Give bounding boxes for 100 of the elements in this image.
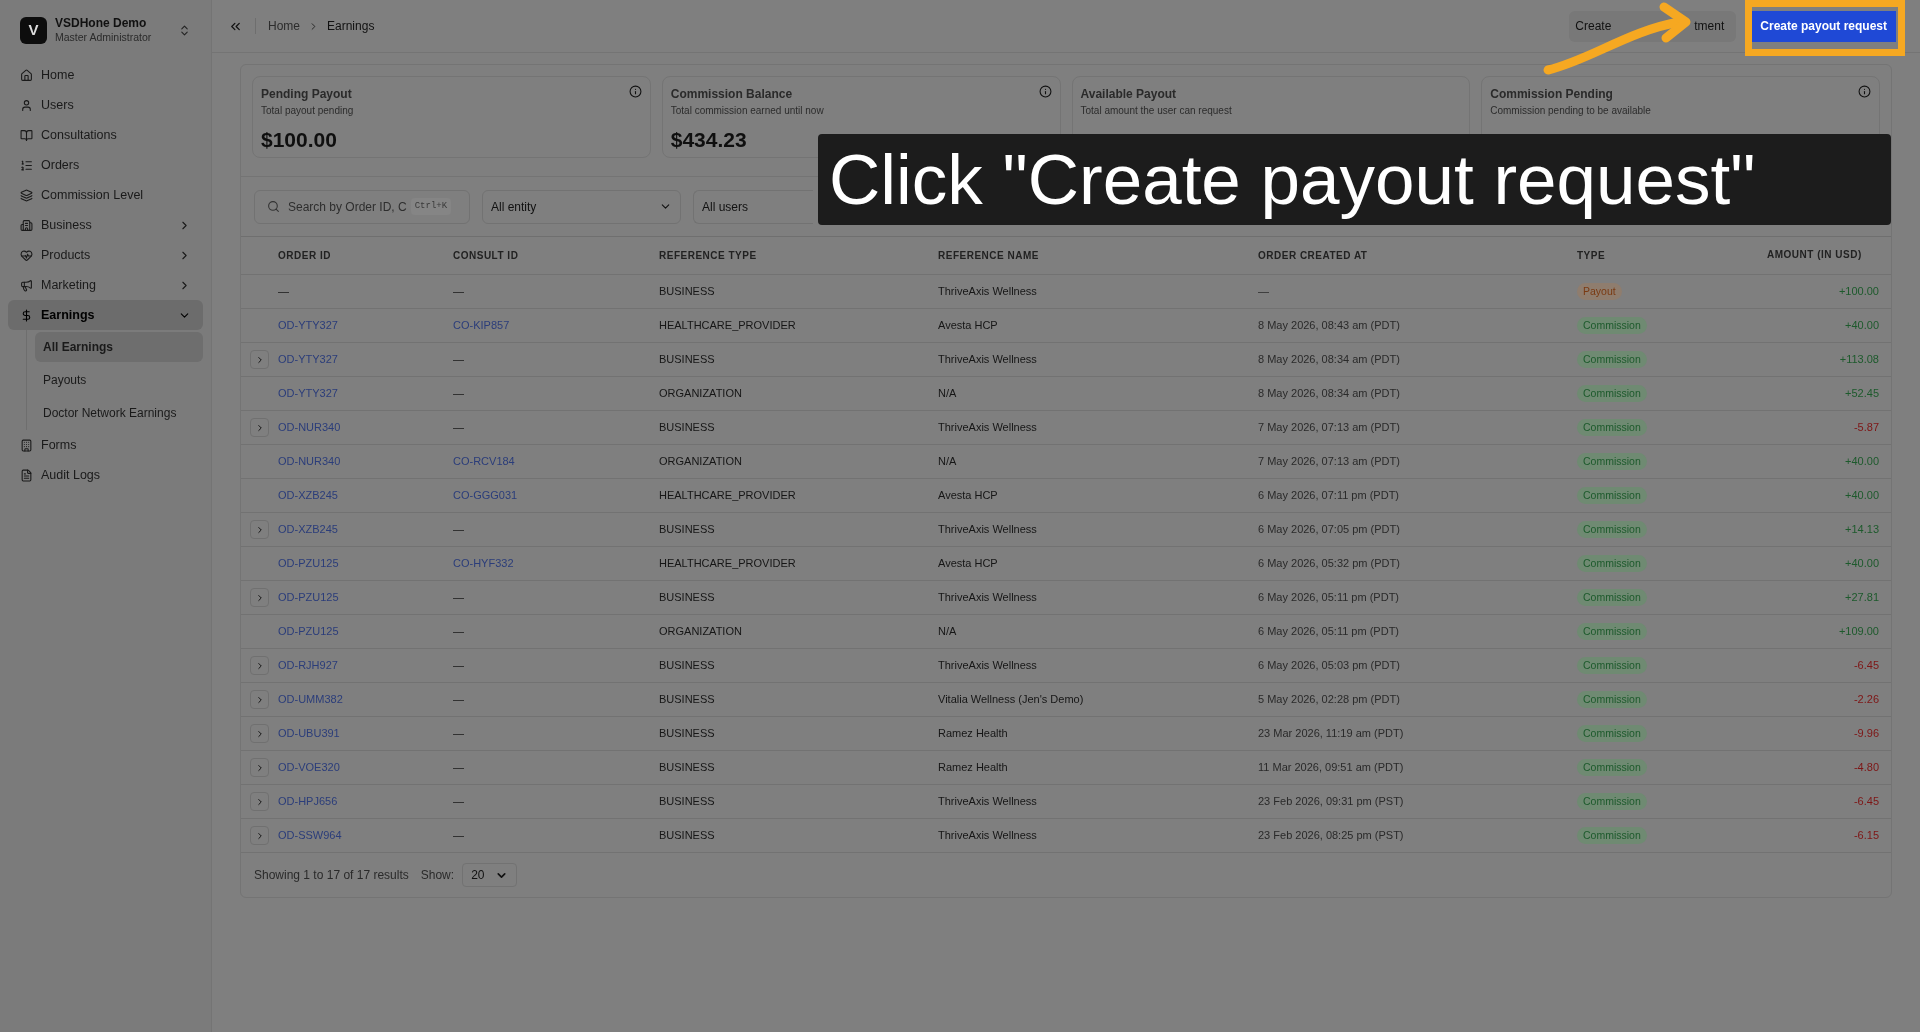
table-cell-text: ThriveAxis Wellness: [938, 828, 1037, 844]
amount-cell-text: +52.45: [1845, 386, 1880, 402]
sidebar-subitem[interactable]: Doctor Network Earnings: [35, 398, 203, 429]
users-select[interactable]: All users: [693, 189, 813, 224]
id-link[interactable]: OD-VOE320: [278, 759, 340, 776]
table-cell-text: 8 May 2026, 08:34 am (PDT): [1258, 386, 1400, 402]
id-link[interactable]: CO-RCV184: [453, 453, 515, 470]
expand-button[interactable]: [250, 418, 269, 437]
expand-button[interactable]: [250, 724, 269, 743]
amount-cell-text: +27.81: [1845, 590, 1880, 606]
table-cell-text: BUSINESS: [659, 726, 715, 742]
id-link[interactable]: OD-PZU125: [278, 623, 339, 640]
table-cell-text: 8 May 2026, 08:43 am (PDT): [1258, 318, 1400, 334]
table-cell-text: —: [453, 726, 464, 742]
create-payout-request-button[interactable]: Create payout request: [1751, 10, 1896, 42]
table-cell-text: BUSINESS: [659, 828, 715, 844]
table-cell-text: N/A: [938, 386, 957, 402]
building-icon: [20, 438, 33, 452]
sidebar-subitem[interactable]: All Earnings: [35, 332, 203, 363]
table-cell-text: ThriveAxis Wellness: [938, 352, 1037, 368]
expand-button[interactable]: [250, 350, 269, 369]
id-link[interactable]: OD-XZB245: [278, 521, 338, 538]
table-cell-text: —: [453, 624, 464, 640]
search-field[interactable]: Search by Order ID, C Ctrl+K: [254, 189, 470, 224]
sidebar-item[interactable]: Home: [8, 60, 203, 91]
id-link[interactable]: OD-XZB245: [278, 487, 338, 504]
sidebar-item[interactable]: Business: [8, 210, 203, 241]
type-badge: Commission: [1577, 486, 1647, 505]
amount-cell-text: +40.00: [1845, 318, 1880, 334]
card-subtitle: Total commission earned until now: [670, 104, 825, 118]
table-cell-text: 6 May 2026, 05:11 pm (PDT): [1258, 590, 1400, 606]
sidebar-item[interactable]: Products: [8, 240, 203, 271]
pagination-summary: Showing 1 to 17 of 17 results: [254, 867, 409, 884]
shortcut-key: Ctrl+K: [410, 197, 452, 216]
table-cell-text: Avesta HCP: [938, 318, 998, 334]
sidebar-item[interactable]: Audit Logs: [8, 460, 203, 491]
type-badge: Commission: [1577, 826, 1647, 845]
type-badge: Commission: [1577, 622, 1647, 641]
list-icon: [20, 158, 33, 172]
id-link[interactable]: CO-KIP857: [453, 317, 510, 334]
id-link[interactable]: OD-RJH927: [278, 657, 338, 674]
sidebar-item[interactable]: Marketing: [8, 270, 203, 301]
sidebar-subitem[interactable]: Payouts: [35, 365, 203, 396]
id-link[interactable]: OD-YTY327: [278, 317, 338, 334]
table-cell-text: N/A: [938, 624, 957, 640]
card-value: $434.23: [670, 127, 748, 153]
expand-button[interactable]: [250, 656, 269, 675]
id-link[interactable]: OD-YTY327: [278, 385, 338, 402]
amount-cell-text: -9.96: [1853, 726, 1880, 742]
table-cell-text: 8 May 2026, 08:34 am (PDT): [1258, 352, 1400, 368]
id-link[interactable]: OD-SSW964: [278, 827, 342, 844]
expand-button[interactable]: [250, 792, 269, 811]
table-cell-text: 6 May 2026, 07:05 pm (PDT): [1258, 522, 1400, 538]
id-link[interactable]: CO-GGG031: [453, 487, 518, 504]
table-cell-text: 6 May 2026, 05:03 pm (PDT): [1258, 658, 1400, 674]
sidebar-item[interactable]: Orders: [8, 150, 203, 181]
expand-button[interactable]: [250, 520, 269, 539]
id-link[interactable]: CO-HYF332: [453, 555, 514, 572]
entity-select[interactable]: All entity: [482, 189, 681, 224]
id-link[interactable]: OD-YTY327: [278, 351, 338, 368]
type-badge: Commission: [1577, 350, 1647, 369]
switcher-icon[interactable]: [178, 23, 191, 37]
sidebar-item[interactable]: Consultations: [8, 120, 203, 151]
id-link[interactable]: OD-PZU125: [278, 555, 339, 572]
table-cell-text: 23 Feb 2026, 08:25 pm (PST): [1258, 828, 1404, 844]
info-icon[interactable]: [1038, 85, 1052, 98]
breadcrumb-link[interactable]: Home: [268, 17, 300, 35]
sidebar-item[interactable]: Earnings: [8, 300, 203, 331]
table-cell-text: —: [453, 760, 464, 776]
id-link[interactable]: OD-PZU125: [278, 589, 339, 606]
table-cell-text: 11 Mar 2026, 09:51 am (PDT): [1258, 760, 1404, 776]
expand-button[interactable]: [250, 758, 269, 777]
type-badge: Commission: [1577, 724, 1647, 743]
sidebar-item[interactable]: Commission Level: [8, 180, 203, 211]
page-size-select[interactable]: 20: [462, 863, 518, 887]
expand-button[interactable]: [250, 826, 269, 845]
expand-button[interactable]: [250, 588, 269, 607]
id-link[interactable]: OD-HPJ656: [278, 793, 338, 810]
id-link[interactable]: OD-UMM382: [278, 691, 343, 708]
expand-button[interactable]: [250, 690, 269, 709]
breadcrumb-current: Earnings: [327, 18, 375, 35]
card-title: Commission Pending: [1490, 86, 1613, 103]
table-cell-text: 23 Feb 2026, 09:31 pm (PST): [1258, 794, 1404, 810]
table-cell-text: ThriveAxis Wellness: [938, 658, 1037, 674]
id-link[interactable]: OD-NUR340: [278, 453, 341, 470]
id-link[interactable]: OD-UBU391: [278, 725, 340, 742]
card-subtitle: Total amount the user can request: [1080, 104, 1233, 118]
megaphone-icon: [20, 278, 33, 292]
table-cell-text: Avesta HCP: [938, 488, 998, 504]
table-cell-text: —: [1258, 284, 1269, 300]
type-badge: Commission: [1577, 418, 1647, 437]
info-icon[interactable]: [1858, 85, 1871, 98]
table-cell-text: Avesta HCP: [938, 556, 998, 572]
sidebar-item[interactable]: Users: [8, 90, 203, 121]
id-link[interactable]: OD-NUR340: [278, 419, 341, 436]
card-title: Commission Balance: [670, 86, 793, 103]
info-icon[interactable]: [628, 85, 642, 98]
sidebar-item[interactable]: Forms: [8, 430, 203, 461]
table-cell-text: 23 Mar 2026, 11:19 am (PDT): [1258, 726, 1404, 742]
workspace-role: Master Administrator: [55, 31, 153, 45]
